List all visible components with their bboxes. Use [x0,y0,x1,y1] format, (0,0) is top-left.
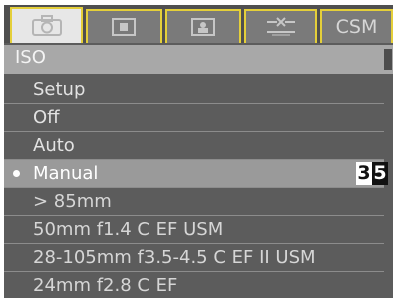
iso-value-digit-1[interactable]: 3 [356,162,372,185]
lens-item[interactable]: 50mm f1.4 C EF USM [4,216,384,243]
tab-csm-label: CSM [335,16,378,38]
custom-function-icon [264,16,298,38]
tab-camera[interactable] [10,7,83,43]
menu-item-manual[interactable]: Manual [4,160,384,187]
menu-item-label: Auto [33,135,75,156]
tab-portrait[interactable] [165,9,241,43]
portrait-icon [190,17,216,37]
menu-item-auto[interactable]: Auto [4,132,384,159]
tab-photo[interactable] [86,9,162,43]
iso-value-digit-2[interactable]: 5 [372,162,388,185]
tab-bar: CSM [4,5,393,43]
lens-item-label: 24mm f2.8 C EF [33,275,178,296]
menu-item-label: Manual [33,163,99,184]
camera-menu-screen: CSM ISO Setup Off Auto Manual 3 5 > 85mm… [4,5,393,298]
lens-item-label: 50mm f1.4 C EF USM [33,219,224,240]
photo-icon [111,17,137,37]
lens-item[interactable]: 24mm f2.8 C EF [4,272,384,298]
camera-icon [30,15,64,37]
lens-item[interactable]: > 85mm [4,188,384,215]
tab-custom-functions[interactable] [244,9,317,43]
tab-csm[interactable]: CSM [320,9,393,43]
lens-item[interactable]: 28-105mm f3.5-4.5 C EF II USM [4,244,384,271]
section-title: ISO [15,47,46,68]
lens-item-label: 28-105mm f3.5-4.5 C EF II USM [33,247,316,268]
section-header: ISO [4,45,393,74]
menu-item-off[interactable]: Off [4,104,384,131]
menu-item-setup[interactable]: Setup [4,76,384,103]
menu-item-label: Off [33,107,60,128]
selected-bullet-icon [13,170,20,177]
scrollbar-thumb[interactable] [384,49,392,70]
lens-item-label: > 85mm [33,191,112,212]
menu-item-label: Setup [33,79,86,100]
